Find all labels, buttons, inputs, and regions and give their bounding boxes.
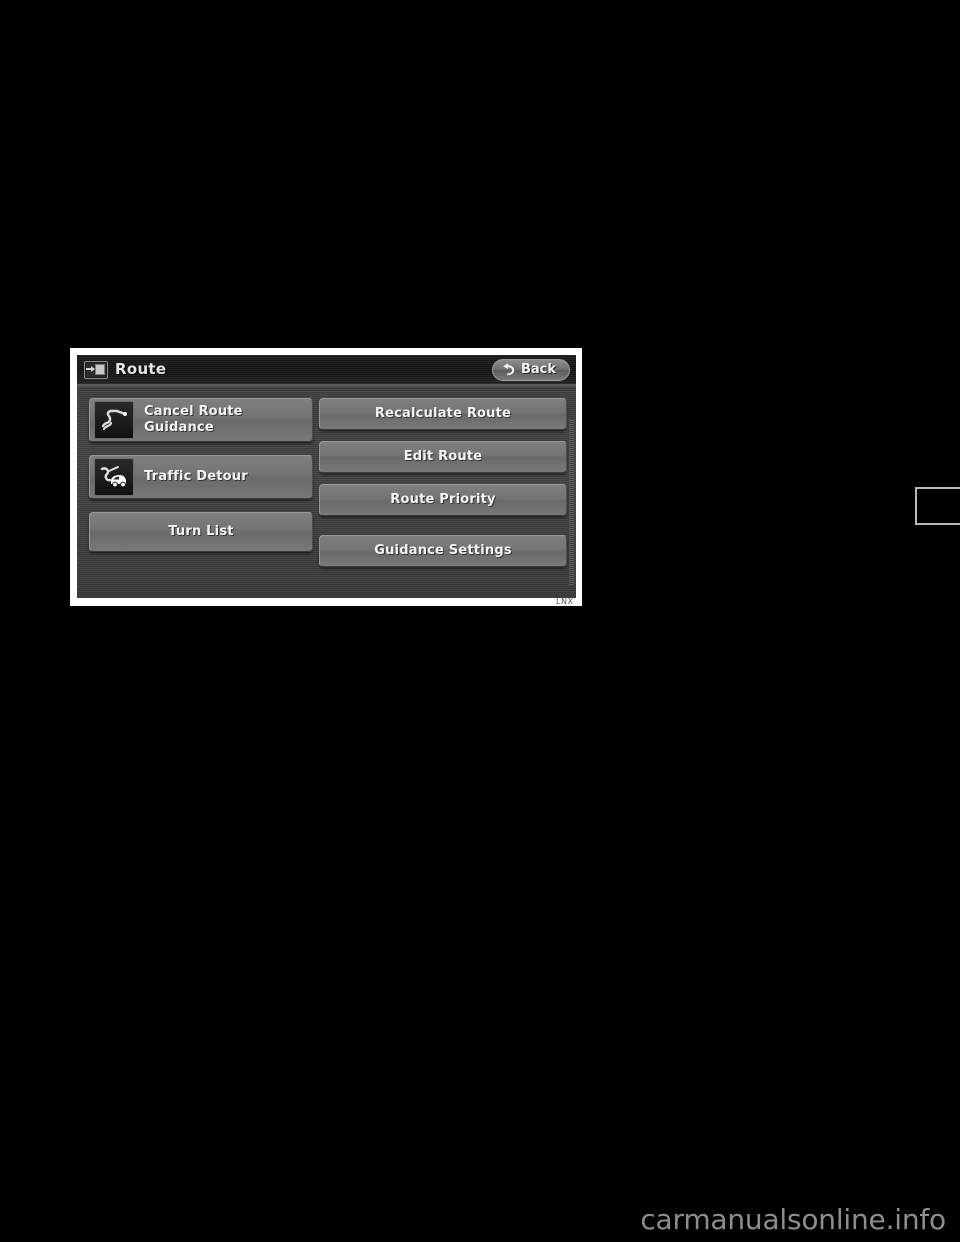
page-title: Route xyxy=(115,360,167,378)
back-button[interactable]: Back xyxy=(491,358,570,381)
turn-list-button[interactable]: Turn List xyxy=(89,512,313,552)
route-priority-button[interactable]: Route Priority xyxy=(319,484,567,516)
guidance-settings-label: Guidance Settings xyxy=(374,543,512,559)
edit-route-label: Edit Route xyxy=(403,449,483,465)
back-arrow-icon xyxy=(501,362,516,377)
button-grid: Cancel Route Guidance Traffic Detour Tur… xyxy=(89,398,567,588)
traffic-detour-button[interactable]: Traffic Detour xyxy=(89,455,313,499)
scroll-ridge xyxy=(569,420,574,586)
screen-display-icon xyxy=(84,360,108,379)
left-button-column: Cancel Route Guidance Traffic Detour Tur… xyxy=(89,398,313,588)
navigation-screen: Route Back Cancel Route Guidance Traffic… xyxy=(77,355,576,598)
edit-route-button[interactable]: Edit Route xyxy=(319,441,567,473)
winding-route-icon xyxy=(94,401,134,439)
recalculate-route-label: Recalculate Route xyxy=(374,406,512,422)
title-bar: Route Back xyxy=(77,355,576,387)
route-priority-label: Route Priority xyxy=(390,492,496,508)
cancel-route-guidance-button[interactable]: Cancel Route Guidance xyxy=(89,398,313,442)
figure-code: LNX xyxy=(556,597,574,606)
back-button-label: Back xyxy=(520,362,556,377)
cancel-route-guidance-label: Cancel Route Guidance xyxy=(144,404,243,435)
right-button-column: Recalculate Route Edit Route Route Prior… xyxy=(319,398,567,588)
traffic-detour-label: Traffic Detour xyxy=(144,469,248,485)
guidance-settings-button[interactable]: Guidance Settings xyxy=(319,535,567,567)
recalculate-route-button[interactable]: Recalculate Route xyxy=(319,398,567,430)
turn-list-label: Turn List xyxy=(168,524,234,540)
car-detour-icon xyxy=(94,458,134,496)
content-area: Cancel Route Guidance Traffic Detour Tur… xyxy=(77,386,576,598)
navigation-screen-figure: Route Back Cancel Route Guidance Traffic… xyxy=(70,348,582,606)
page-tab-marker xyxy=(915,487,960,525)
site-watermark: carmanualsonline.info xyxy=(640,1203,946,1236)
